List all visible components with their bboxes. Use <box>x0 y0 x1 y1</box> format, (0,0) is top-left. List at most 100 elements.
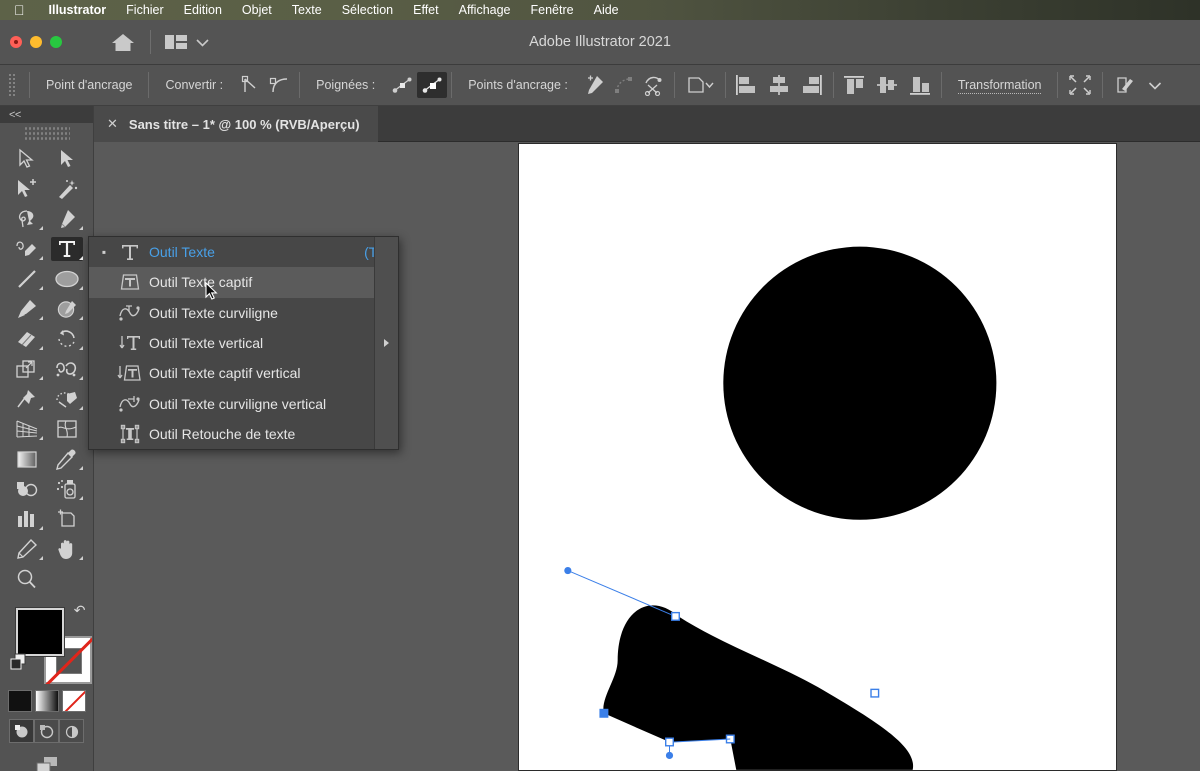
tools-empty-cell <box>47 564 87 594</box>
group-selection-tool[interactable] <box>7 174 47 204</box>
slice-tool[interactable] <box>7 534 47 564</box>
document-tab[interactable]: ✕ Sans titre – 1* @ 100 % (RVB/Aperçu) <box>94 106 378 142</box>
menu-item-aide[interactable]: Aide <box>584 3 629 17</box>
transform-bounds-button[interactable] <box>1062 72 1098 98</box>
none-swatch-button[interactable] <box>61 690 86 712</box>
eyedropper-icon <box>55 449 76 470</box>
menu-item-effet[interactable]: Effet <box>403 3 448 17</box>
shaper-tool[interactable] <box>47 294 87 324</box>
zoom-window-button[interactable] <box>50 36 62 48</box>
align-bottom-button[interactable] <box>904 72 937 98</box>
zoom-tool[interactable] <box>7 564 47 594</box>
tools-panel-grip[interactable] <box>23 126 70 142</box>
transformation-button[interactable]: Transformation <box>946 78 1054 94</box>
change-screen-mode-icon <box>36 757 57 771</box>
align-left-icon <box>736 75 756 95</box>
mesh-tool[interactable] <box>47 414 87 444</box>
align-left-button[interactable] <box>730 72 763 98</box>
layout-switcher-button[interactable] <box>165 34 209 50</box>
menu-item-fenetre[interactable]: Fenêtre <box>521 3 584 17</box>
type-tool[interactable] <box>47 234 87 264</box>
convert-to-corner-icon <box>242 75 256 92</box>
flyout-tearoff-strip[interactable] <box>374 237 398 450</box>
apple-logo-icon[interactable]:  <box>14 3 25 17</box>
artboard-tool[interactable] <box>47 504 87 534</box>
convert-to-corner-button[interactable] <box>235 72 265 98</box>
free-transform-tool[interactable] <box>7 384 47 414</box>
rotate-tool[interactable] <box>47 324 87 354</box>
eraser-tool[interactable] <box>7 324 47 354</box>
menu-item-affichage[interactable]: Affichage <box>449 3 521 17</box>
minimize-window-button[interactable] <box>30 36 42 48</box>
perspective-grid-tool[interactable] <box>7 414 47 444</box>
flyout-corner-icon <box>38 406 43 410</box>
default-fill-stroke-icon[interactable] <box>10 653 28 676</box>
color-swatch-button[interactable] <box>7 690 32 712</box>
paintbrush-tool[interactable] <box>7 294 47 324</box>
remove-anchor-point-button[interactable] <box>610 72 640 98</box>
eyedropper-tool[interactable] <box>47 444 87 474</box>
pen-tool[interactable] <box>47 204 87 234</box>
curvature-tool[interactable] <box>7 234 47 264</box>
menu-item-edition[interactable]: Edition <box>174 3 232 17</box>
scale-tool[interactable] <box>7 354 47 384</box>
close-icon[interactable]: ✕ <box>107 116 118 132</box>
control-bar-chevron-button[interactable] <box>1141 72 1169 98</box>
draw-inside-icon <box>65 725 78 738</box>
align-horizontal-center-button[interactable] <box>763 72 796 98</box>
hide-handles-button[interactable] <box>417 72 448 98</box>
align-right-button[interactable] <box>796 72 829 98</box>
width-tool[interactable] <box>47 354 87 384</box>
lasso-tool[interactable] <box>7 204 47 234</box>
ellipse-tool[interactable] <box>47 264 87 294</box>
cut-path-button[interactable] <box>640 72 670 98</box>
align-top-button[interactable] <box>838 72 871 98</box>
add-anchor-point-button[interactable] <box>580 72 610 98</box>
blend-tool[interactable] <box>7 474 47 504</box>
flyout-item-outil-texte-captif-vertical[interactable]: Outil Texte captif vertical <box>89 358 398 388</box>
flyout-item-outil-texte-curviligne-vertical[interactable]: Outil Texte curviligne vertical <box>89 388 398 418</box>
change-screen-mode-button[interactable] <box>31 755 63 771</box>
symbol-sprayer-tool[interactable] <box>47 474 87 504</box>
show-handles-button[interactable] <box>387 72 417 98</box>
flyout-item-outil-retouche-de-texte[interactable]: Outil Retouche de texte <box>89 419 398 449</box>
chevron-down-icon[interactable] <box>196 38 209 47</box>
more-options-icon <box>1117 77 1134 93</box>
menu-item-objet[interactable]: Objet <box>232 3 282 17</box>
more-options-button[interactable] <box>1107 72 1141 98</box>
flyout-item-label: Outil Texte vertical <box>149 335 264 352</box>
gradient-tool[interactable] <box>7 444 47 474</box>
menu-item-texte[interactable]: Texte <box>282 3 332 17</box>
divider <box>29 72 30 98</box>
direct-selection-tool[interactable] <box>47 144 87 174</box>
shape-builder-tool[interactable] <box>47 384 87 414</box>
show-handles-icon <box>392 77 412 93</box>
flyout-item-outil-texte-captif[interactable]: Outil Texte captif <box>89 267 398 298</box>
isolate-object-button[interactable] <box>679 72 721 98</box>
align-vertical-center-button[interactable] <box>871 72 904 98</box>
column-graph-tool[interactable] <box>7 504 47 534</box>
close-window-button[interactable] <box>10 36 22 48</box>
draw-behind-button[interactable] <box>34 719 59 743</box>
draw-inside-button[interactable] <box>59 719 84 743</box>
line-segment-tool[interactable] <box>7 264 47 294</box>
fill-color-swatch[interactable] <box>15 608 64 656</box>
flyout-item-outil-texte-curviligne[interactable]: Outil Texte curviligne <box>89 298 398 328</box>
magic-wand-tool[interactable] <box>47 174 87 204</box>
tools-panel-collapse-button[interactable]: << <box>0 106 93 123</box>
draw-normal-button[interactable] <box>9 719 34 743</box>
menu-item-fichier[interactable]: Fichier <box>116 3 174 17</box>
selection-tool[interactable] <box>7 144 47 174</box>
flyout-corner-icon <box>38 316 43 320</box>
menu-item-selection[interactable]: Sélection <box>332 3 403 17</box>
menu-item-illustrator[interactable]: Illustrator <box>39 3 117 17</box>
hand-tool[interactable] <box>47 534 87 564</box>
flyout-item-outil-texte[interactable]: ▪ Outil Texte (T) <box>89 237 398 267</box>
home-button[interactable] <box>110 31 136 53</box>
gradient-swatch-button[interactable] <box>34 690 59 712</box>
control-bar-grip[interactable] <box>7 72 17 98</box>
artboard[interactable] <box>518 143 1117 771</box>
convert-to-smooth-button[interactable] <box>265 72 295 98</box>
flyout-item-outil-texte-vertical[interactable]: Outil Texte vertical <box>89 328 398 358</box>
swap-fill-stroke-icon[interactable]: ↶ <box>74 602 86 619</box>
